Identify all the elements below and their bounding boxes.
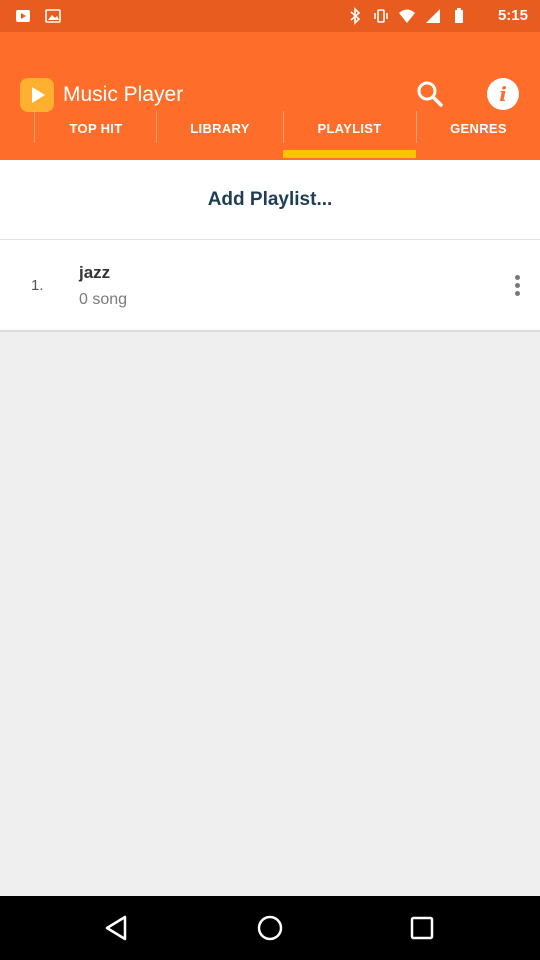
tab-indicator [283,150,416,158]
vibrate-icon [374,9,388,23]
image-icon [45,9,61,23]
add-playlist-label: Add Playlist... [207,188,333,210]
tab-bar: TOP HIT LIBRARY PLAYLIST GENRES [0,96,540,160]
tab-partial[interactable] [0,96,34,160]
bluetooth-icon [350,7,361,25]
status-icons [346,7,468,25]
signal-icon [426,9,440,23]
home-icon[interactable] [254,912,286,944]
playlist-song-count: 0 song [79,291,128,308]
status-time: 5:15 [497,7,528,24]
add-playlist-button[interactable]: Add Playlist... [0,160,540,240]
overflow-menu-icon[interactable] [508,270,526,300]
playlist-title: jazz [79,263,111,282]
back-icon[interactable] [101,912,133,944]
status-bar: 5:15 [0,0,540,32]
notification-icon [16,10,30,22]
tab-library[interactable]: LIBRARY [157,96,283,160]
navigation-bar [0,896,540,960]
battery-icon [455,8,463,23]
list-item[interactable]: 1. jazz 0 song [0,240,540,332]
recents-icon[interactable] [406,912,438,944]
tab-top-hit[interactable]: TOP HIT [35,96,157,160]
wifi-icon [399,9,415,23]
playlist-content: Add Playlist... 1. jazz 0 song [0,160,540,896]
item-number: 1. [31,277,44,294]
tab-genres[interactable]: GENRES [417,96,540,160]
status-notifications [14,7,62,25]
